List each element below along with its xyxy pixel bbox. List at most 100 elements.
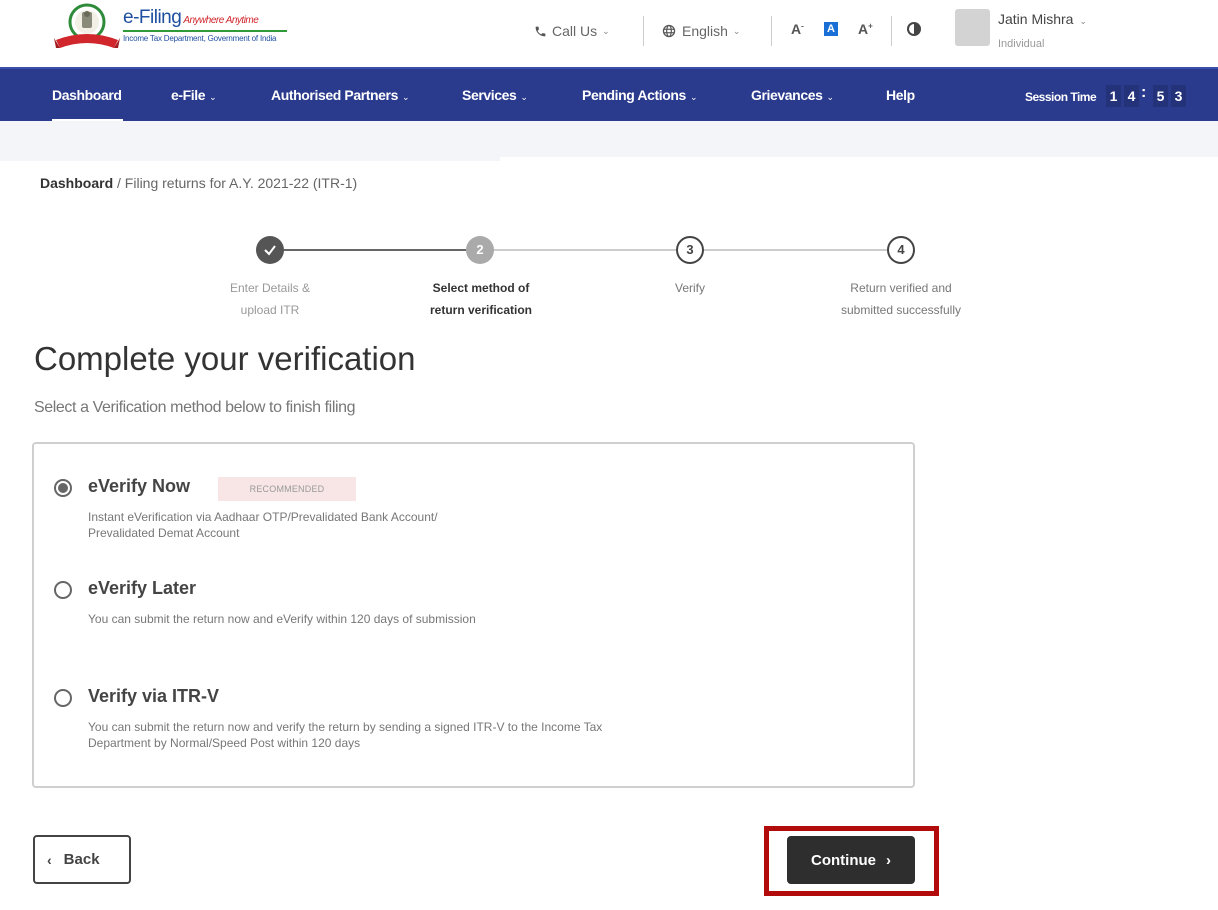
user-menu[interactable]: Jatin Mishra ⌄: [998, 11, 1087, 27]
nav-label: Authorised Partners: [271, 87, 398, 103]
nav-label: Dashboard: [52, 87, 122, 103]
session-time-label: Session Time: [1025, 90, 1097, 104]
breadcrumb-separator: /: [117, 175, 121, 191]
call-us-label: Call Us: [552, 23, 598, 39]
brand-divider: [123, 30, 287, 32]
check-icon: [263, 245, 277, 260]
nav-item-pending-actions[interactable]: Pending Actions ⌄: [582, 87, 698, 103]
user-name: Jatin Mishra: [998, 11, 1074, 27]
step-2-active: 2: [466, 236, 494, 264]
step-3-label: Verify: [600, 277, 780, 299]
session-digit: 3: [1171, 85, 1186, 107]
font-decrease-button[interactable]: A-: [791, 21, 804, 37]
session-separator: :: [1141, 84, 1147, 101]
font-decrease-label: A: [791, 21, 802, 37]
nav-item-authorised-partners[interactable]: Authorised Partners ⌄: [271, 87, 410, 103]
stepper-connector: [494, 249, 676, 251]
font-increase-button[interactable]: A+: [858, 21, 873, 37]
recommended-badge: RECOMMENDED: [218, 477, 356, 501]
option-title: eVerify Later: [88, 578, 197, 598]
option-title: Verify via ITR-V: [88, 686, 220, 706]
back-label: Back: [63, 851, 100, 868]
step-label-line: Enter Details &: [229, 281, 311, 295]
radio-everify-now[interactable]: [54, 479, 72, 497]
font-default-button[interactable]: A: [824, 22, 838, 36]
nav-item-grievances[interactable]: Grievances ⌄: [751, 87, 834, 103]
chevron-down-icon: ⌄: [520, 92, 528, 102]
font-increase-label: A: [858, 21, 869, 37]
step-4-label: Return verified and submitted successful…: [811, 277, 991, 321]
chevron-down-icon: ⌄: [1079, 16, 1087, 26]
brand-subtitle: Income Tax Department, Government of Ind…: [123, 34, 277, 43]
stepper-connector-completed: [284, 249, 466, 251]
language-label: English: [682, 23, 728, 39]
brand-title: e-Filing Anywhere Anytime: [123, 7, 287, 29]
nav-item-services[interactable]: Services ⌄: [462, 87, 528, 103]
nav-item-help[interactable]: Help: [886, 87, 915, 103]
nav-label: Grievances: [751, 87, 823, 103]
brand-title-text: e-Filing: [123, 7, 182, 28]
globe-icon: [662, 24, 676, 38]
radio-everify-later[interactable]: [54, 581, 72, 599]
divider: [771, 16, 772, 46]
nav-item-dashboard[interactable]: Dashboard: [52, 87, 122, 103]
verification-options-card: eVerify Now RECOMMENDED Instant eVerific…: [32, 442, 915, 788]
session-digit: 5: [1153, 85, 1168, 107]
step-2-label: Select method of return verification: [391, 277, 571, 321]
step-label-line: upload ITR: [240, 303, 300, 317]
option-description: You can submit the return now and verify…: [88, 720, 603, 750]
step-label-line: Select method of: [432, 281, 530, 295]
nav-label: Pending Actions: [582, 87, 686, 103]
option-description: You can submit the return now and eVerif…: [88, 612, 476, 626]
step-4: 4: [887, 236, 915, 264]
step-label-line: Return verified and: [850, 281, 952, 295]
session-digit: 1: [1106, 85, 1121, 107]
brand[interactable]: e-Filing Anywhere Anytime Income Tax Depa…: [123, 7, 287, 43]
phone-icon: [534, 25, 547, 38]
continue-label: Continue: [811, 851, 876, 869]
breadcrumb-current: Filing returns for A.Y. 2021-22 (ITR-1): [124, 175, 358, 191]
language-dropdown[interactable]: English ⌄: [662, 20, 740, 42]
nav-label: Help: [886, 87, 915, 103]
sub-header-band: [0, 121, 1218, 157]
sub-header-band-edge: [0, 157, 500, 161]
step-1-label: Enter Details & upload ITR: [180, 277, 360, 321]
step-label-line: Verify: [674, 281, 705, 295]
nav-label: Services: [462, 87, 517, 103]
divider: [891, 16, 892, 46]
option-description: Instant eVerification via Aadhaar OTP/Pr…: [88, 510, 438, 540]
chevron-right-icon: ›: [886, 851, 891, 869]
page-subtitle: Select a Verification method below to fi…: [34, 399, 356, 416]
session-digit: 4: [1124, 85, 1139, 107]
step-1-completed: [256, 236, 284, 264]
step-label-line: return verification: [429, 303, 533, 317]
breadcrumb-root[interactable]: Dashboard: [40, 175, 113, 191]
call-us-dropdown[interactable]: Call Us ⌄: [534, 20, 610, 42]
contrast-icon[interactable]: [907, 22, 921, 36]
breadcrumb: Dashboard / Filing returns for A.Y. 2021…: [40, 175, 357, 191]
chevron-down-icon: ⌄: [209, 92, 217, 102]
avatar[interactable]: [955, 9, 990, 46]
chevron-down-icon: ⌄: [602, 25, 610, 36]
step-label-line: submitted successfully: [840, 303, 962, 317]
user-role: Individual: [998, 38, 1045, 50]
chevron-left-icon: ‹: [47, 851, 52, 868]
divider: [643, 16, 644, 46]
radio-verify-itr-v[interactable]: [54, 689, 72, 707]
nav-item-e-file[interactable]: e-File ⌄: [171, 87, 217, 103]
continue-button[interactable]: Continue ›: [787, 836, 915, 884]
option-title: eVerify Now: [88, 476, 191, 496]
chevron-down-icon: ⌄: [402, 92, 410, 102]
step-3: 3: [676, 236, 704, 264]
page-title: Complete your verification: [34, 340, 416, 377]
stepper-connector: [704, 249, 887, 251]
back-button[interactable]: ‹ Back: [33, 835, 131, 884]
chevron-down-icon: ⌄: [689, 92, 698, 102]
chevron-down-icon: ⌄: [732, 25, 741, 36]
main-nav: Dashboard e-File ⌄ Authorised Partners ⌄ S…: [0, 67, 1218, 122]
top-header: e-Filing Anywhere Anytime Income Tax Depa…: [0, 0, 1218, 67]
chevron-down-icon: ⌄: [826, 92, 835, 102]
brand-tagline: Anywhere Anytime: [183, 15, 259, 26]
nav-label: e-File: [171, 87, 206, 103]
emblem-logo-icon[interactable]: [52, 2, 122, 52]
